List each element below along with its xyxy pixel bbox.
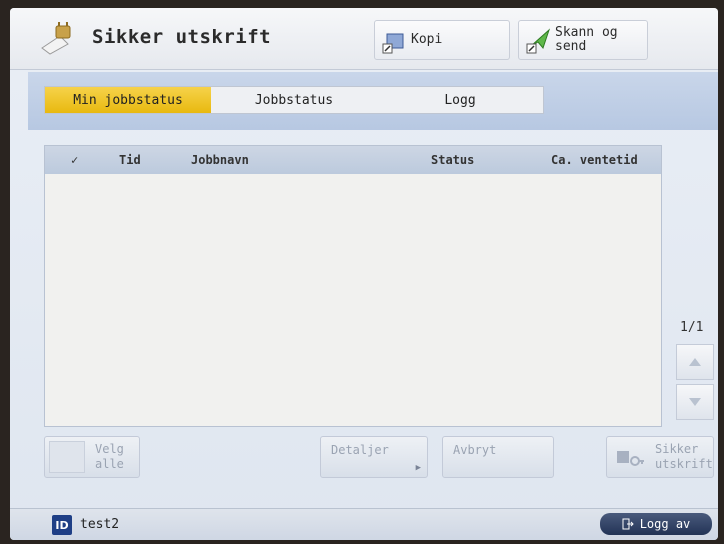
secure-print-button[interactable]: Sikker utskrift — [606, 436, 714, 478]
tab-strip: Min jobbstatus Jobbstatus Logg — [44, 86, 544, 114]
scan-send-label-line2: send — [555, 39, 587, 54]
secure-print-label-line2: utskrift — [655, 457, 713, 471]
page-indicator: 1/1 — [680, 320, 704, 335]
select-all-label-line1: Velg — [95, 442, 124, 456]
arrow-up-icon — [689, 358, 701, 366]
details-label: Detaljer — [331, 443, 389, 457]
scan-send-label-line1: Skann og — [555, 25, 618, 40]
copy-label: Kopi — [411, 32, 443, 47]
secure-print-key-icon — [615, 447, 645, 469]
column-jobbnavn[interactable]: Jobbnavn — [191, 153, 249, 167]
job-table: ✓ Tid Jobbnavn Status Ca. ventetid — [44, 145, 662, 427]
secure-print-label: Sikker utskrift — [655, 442, 713, 472]
column-tid[interactable]: Tid — [119, 153, 141, 167]
header: Sikker utskrift Kopi Skann og send — [10, 8, 718, 70]
cancel-button[interactable]: Avbryt — [442, 436, 554, 478]
select-all-label: Velg alle — [95, 442, 124, 472]
screen: Sikker utskrift Kopi Skann og send Min j… — [10, 8, 718, 540]
logout-icon — [622, 518, 634, 530]
copy-icon — [381, 26, 409, 54]
tab-jobbstatus[interactable]: Jobbstatus — [211, 87, 377, 113]
select-all-icon — [49, 441, 85, 473]
id-icon: ID — [52, 515, 72, 535]
select-column-header[interactable]: ✓ — [71, 153, 78, 167]
tab-min-jobbstatus[interactable]: Min jobbstatus — [45, 87, 211, 113]
details-button[interactable]: Detaljer ▶ — [320, 436, 428, 478]
logout-button[interactable]: Logg av — [600, 513, 712, 535]
scan-send-icon — [525, 26, 553, 54]
user-name: test2 — [80, 517, 120, 532]
scan-and-send-button[interactable]: Skann og send — [518, 20, 648, 60]
tab-logg[interactable]: Logg — [377, 87, 543, 113]
scroll-up-button[interactable] — [676, 344, 714, 380]
scan-send-label: Skann og send — [555, 26, 618, 54]
scroll-down-button[interactable] — [676, 384, 714, 420]
submenu-arrow-icon: ▶ — [415, 463, 421, 473]
table-body — [45, 174, 661, 426]
table-header: ✓ Tid Jobbnavn Status Ca. ventetid — [45, 146, 661, 174]
arrow-down-icon — [689, 398, 701, 406]
select-all-label-line2: alle — [95, 457, 124, 471]
status-bar: ID test2 Logg av — [10, 508, 718, 540]
column-ventetid[interactable]: Ca. ventetid — [551, 153, 638, 167]
logout-label: Logg av — [639, 517, 691, 531]
copy-button[interactable]: Kopi — [374, 20, 510, 60]
column-status[interactable]: Status — [431, 153, 474, 167]
secure-print-label-line1: Sikker — [655, 442, 699, 456]
cancel-label: Avbryt — [453, 443, 497, 457]
select-all-button[interactable]: Velg alle — [44, 436, 140, 478]
secure-print-icon — [38, 18, 80, 56]
page-title: Sikker utskrift — [92, 26, 272, 48]
